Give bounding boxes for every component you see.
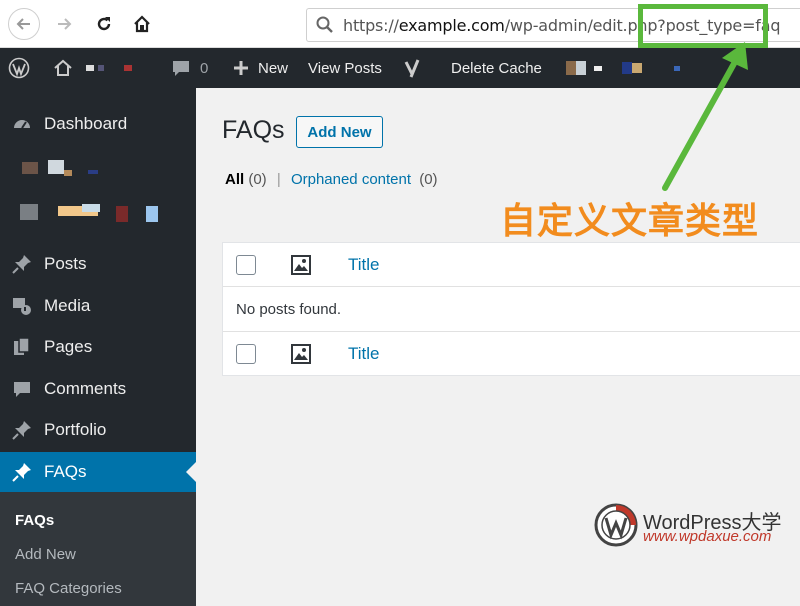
pixelated-block bbox=[146, 206, 158, 222]
pixelated-menu[interactable] bbox=[566, 48, 680, 88]
view-orphaned-count: (0) bbox=[419, 171, 438, 188]
menu-dashboard-label: Dashboard bbox=[44, 114, 128, 133]
forward-button[interactable] bbox=[48, 8, 80, 40]
image-thumbnail-icon bbox=[291, 344, 311, 364]
pushpin-icon bbox=[10, 252, 34, 276]
view-posts-label: View Posts bbox=[308, 59, 382, 77]
pixelated-block bbox=[116, 206, 128, 222]
menu-comments[interactable]: Comments bbox=[0, 369, 196, 409]
title-column-footer[interactable]: Title bbox=[348, 344, 380, 364]
watermark-url: www.wpdaxue.com bbox=[643, 528, 772, 545]
table-header-row: Title bbox=[223, 243, 800, 287]
menu-faqs-label: FAQs bbox=[44, 462, 87, 481]
add-new-button[interactable]: Add New bbox=[296, 116, 383, 148]
menu-comments-label: Comments bbox=[44, 379, 127, 398]
pixelated-block bbox=[632, 63, 642, 73]
comments-count: 0 bbox=[200, 59, 209, 77]
image-thumbnail-icon bbox=[291, 254, 311, 275]
posts-list-table: Title No posts found. Title bbox=[222, 242, 800, 376]
table-row: No posts found. bbox=[223, 288, 800, 332]
delete-cache-label: Delete Cache bbox=[451, 59, 542, 77]
reload-icon bbox=[97, 17, 111, 31]
yoast-seo-menu[interactable] bbox=[402, 48, 424, 88]
new-content-menu[interactable]: New bbox=[230, 48, 288, 88]
view-filters: All (0) | Orphaned content (0) bbox=[225, 171, 438, 188]
new-label: New bbox=[258, 59, 289, 77]
no-posts-message: No posts found. bbox=[236, 301, 342, 318]
view-separator: | bbox=[276, 171, 281, 188]
pixelated-block bbox=[124, 65, 132, 71]
reload-button[interactable] bbox=[88, 8, 120, 40]
pixelated-block bbox=[674, 65, 680, 71]
page-title: FAQs bbox=[222, 116, 285, 144]
menu-dashboard[interactable]: Dashboard bbox=[0, 104, 196, 144]
pixelated-block bbox=[48, 160, 64, 174]
faqs-submenu: FAQs Add New FAQ Categories bbox=[0, 492, 196, 606]
pixelated-menu-item[interactable] bbox=[0, 150, 196, 190]
pushpin-icon bbox=[10, 418, 34, 442]
select-all-checkbox[interactable] bbox=[236, 254, 256, 275]
submenu-add-new[interactable]: Add New bbox=[15, 546, 76, 563]
admin-bar: 0 New View Posts Delete Cache bbox=[0, 48, 800, 88]
submenu-faq-categories[interactable]: FAQ Categories bbox=[15, 580, 122, 597]
pixelated-block bbox=[98, 65, 104, 71]
delete-cache-button[interactable]: Delete Cache bbox=[451, 48, 542, 88]
menu-portfolio-label: Portfolio bbox=[44, 420, 107, 439]
pixelated-block bbox=[622, 62, 632, 74]
forward-arrow-icon bbox=[58, 18, 72, 30]
back-arrow-icon bbox=[16, 18, 30, 30]
dashboard-gauge-icon bbox=[10, 112, 34, 136]
wordpress-daxue-logo-icon bbox=[594, 503, 638, 547]
view-all-count: (0) bbox=[248, 171, 267, 188]
search-icon bbox=[316, 16, 333, 33]
home-icon bbox=[54, 59, 72, 76]
home-icon bbox=[134, 15, 150, 33]
yoast-icon bbox=[404, 59, 420, 78]
menu-posts-label: Posts bbox=[44, 254, 87, 273]
comment-bubble-icon bbox=[10, 377, 34, 401]
pixelated-block bbox=[82, 204, 100, 212]
select-all-checkbox-footer[interactable] bbox=[236, 344, 256, 364]
comments-menu[interactable]: 0 bbox=[170, 48, 208, 88]
pixelated-block bbox=[576, 61, 586, 75]
view-orphaned-link[interactable]: Orphaned content bbox=[291, 171, 411, 188]
menu-posts[interactable]: Posts bbox=[0, 244, 196, 284]
table-footer-row: Title bbox=[223, 332, 800, 376]
pixelated-block bbox=[64, 170, 72, 176]
menu-pages[interactable]: Pages bbox=[0, 327, 196, 367]
wp-logo-menu[interactable] bbox=[8, 48, 30, 88]
view-posts-link[interactable]: View Posts bbox=[308, 48, 382, 88]
menu-pages-label: Pages bbox=[44, 337, 93, 356]
menu-media-label: Media bbox=[44, 296, 91, 315]
view-all-link[interactable]: All bbox=[225, 171, 244, 188]
pixelated-block bbox=[566, 61, 576, 75]
pixelated-block bbox=[20, 204, 38, 220]
media-icon bbox=[10, 294, 34, 318]
menu-faqs[interactable]: FAQs bbox=[0, 452, 196, 492]
annotation-label: 自定义文章类型 bbox=[500, 201, 760, 242]
menu-portfolio[interactable]: Portfolio bbox=[0, 410, 196, 450]
home-button[interactable] bbox=[126, 8, 158, 40]
pixelated-menu-item[interactable] bbox=[0, 194, 196, 234]
wordpress-logo-icon bbox=[8, 57, 30, 79]
site-name-menu[interactable] bbox=[52, 48, 132, 88]
back-button[interactable] bbox=[8, 8, 40, 40]
pixelated-block bbox=[594, 65, 602, 71]
pixelated-block bbox=[88, 170, 98, 174]
pixelated-block bbox=[22, 162, 38, 174]
title-column-header[interactable]: Title bbox=[348, 255, 380, 275]
submenu-faqs[interactable]: FAQs bbox=[15, 512, 54, 529]
url-highlight-box bbox=[638, 4, 768, 48]
pushpin-icon bbox=[10, 460, 34, 484]
comment-bubble-icon bbox=[173, 61, 189, 76]
pixelated-block bbox=[86, 65, 94, 71]
plus-icon bbox=[234, 61, 248, 75]
admin-sidebar: Dashboard Posts Media Pages Comments Por… bbox=[0, 88, 196, 606]
pages-icon bbox=[10, 335, 34, 359]
menu-media[interactable]: Media bbox=[0, 286, 196, 326]
